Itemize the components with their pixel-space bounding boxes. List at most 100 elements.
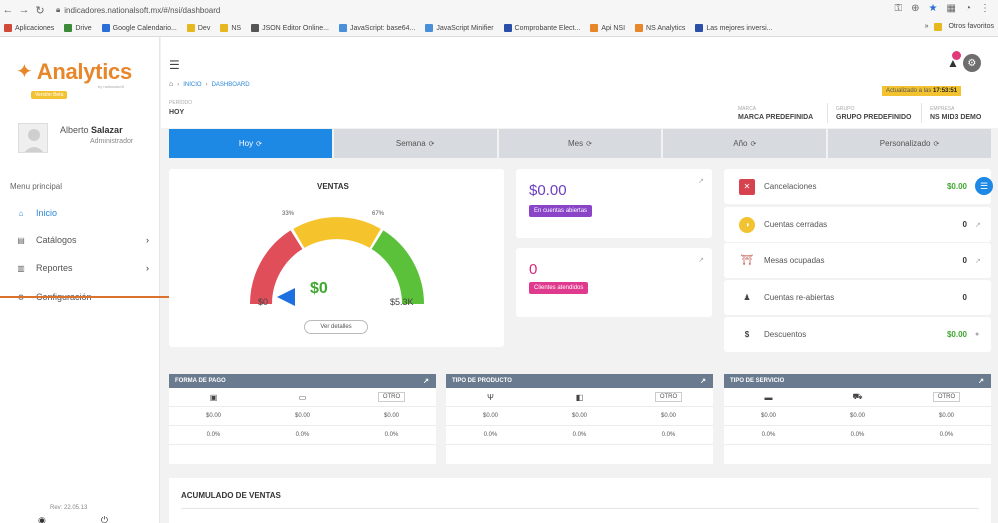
sidebar-item-reportes[interactable]: ▥ Reportes ›	[16, 263, 151, 273]
customers-card: ↗ 0 Clientes atendidos	[516, 248, 712, 317]
open-accounts-value: $0.00	[529, 182, 567, 199]
grupo-selector[interactable]: GRUPO GRUPO PREDEFINIDO	[836, 106, 911, 121]
table-row: ▬ ⛟ OTRO	[724, 388, 991, 407]
forward-icon[interactable]: →	[16, 4, 32, 16]
table-cell: $0.00	[660, 413, 676, 419]
table-cell: $0.00	[849, 413, 865, 419]
bookmark[interactable]: Drive	[64, 24, 92, 32]
summary-label: Cuentas cerradas	[764, 220, 828, 229]
bookmark[interactable]: Las mejores inversi...	[695, 24, 772, 32]
food-icon: Ψ	[487, 392, 494, 402]
bookmark-label: Api NSI	[601, 24, 626, 32]
menu-dots-icon[interactable]: ⋮	[980, 3, 990, 14]
table-title: TIPO DE SERVICIO	[730, 378, 785, 384]
grid-icon: ▤	[17, 235, 25, 245]
back-icon[interactable]: ←	[0, 4, 16, 16]
extension-icon[interactable]: ▦	[947, 3, 956, 14]
bookmark[interactable]: NS	[220, 24, 241, 32]
tab-mes[interactable]: Mes ⟳	[498, 129, 662, 158]
details-button[interactable]: Ver detalles	[304, 320, 368, 334]
summary-value: 0	[962, 220, 967, 229]
bookmark[interactable]: Api NSI	[590, 24, 625, 32]
bookmark-icon	[695, 24, 704, 32]
service-type-table: TIPO DE SERVICIO ↗ ▬ ⛟ OTRO $0.00 $0.00 …	[724, 374, 991, 464]
hamburger-icon[interactable]: ☰	[169, 58, 180, 72]
summary-row-descuentos[interactable]: $ Descuentos $0.00 ●	[724, 317, 991, 352]
app-logo[interactable]: ✦ Analytics	[16, 59, 132, 85]
gauge-max: $5.3K	[390, 297, 414, 307]
product-type-table: TIPO DE PRODUCTO ↗ Ψ ◧ OTRO $0.00 $0.00 …	[446, 374, 713, 464]
lock-icon: 🔒︎	[56, 5, 61, 14]
tab-personalizado[interactable]: Personalizado ⟳	[828, 129, 991, 158]
external-link-icon[interactable]: ↗	[698, 256, 704, 264]
chat-icon[interactable]: ☰	[975, 177, 993, 195]
sidebar-item-catalogos[interactable]: ▤ Catálogos ›	[16, 235, 151, 245]
bookmark-label: Las mejores inversi...	[706, 24, 773, 32]
summary-row-cuentas-reabiertas[interactable]: ♟ Cuentas re-abiertas 0	[724, 280, 991, 315]
sales-gauge	[250, 217, 424, 306]
summary-row-mesas-ocupadas[interactable]: ⛩ Mesas ocupadas 0 ↗	[724, 243, 991, 278]
table-cell: $0.00	[482, 413, 498, 419]
bookmark[interactable]: JavaScript Minifier	[425, 24, 494, 32]
info-icon[interactable]: ●	[975, 331, 983, 338]
star-icon[interactable]: ★	[929, 3, 938, 14]
gauge-pct-right: 67%	[372, 211, 385, 217]
bookmark[interactable]: NS Analytics	[635, 24, 685, 32]
user-last-name: Salazar	[91, 125, 123, 135]
tab-semana[interactable]: Semana ⟳	[333, 129, 497, 158]
breadcrumb-home[interactable]: INICIO	[183, 82, 201, 88]
bookmark-icon	[503, 24, 512, 32]
external-link-icon[interactable]: ↗	[975, 257, 983, 265]
version-badge: Versión Beta	[31, 91, 68, 99]
report-icon: ▥	[17, 263, 25, 273]
address-bar[interactable]: 🔒︎ indicadores.nationalsoft.mx/#/nsi/das…	[56, 5, 220, 15]
refresh-icon: ⟳	[586, 140, 592, 148]
table-header: TIPO DE PRODUCTO ↗	[446, 374, 713, 388]
table-cell: $0.00	[938, 413, 954, 419]
bookmark-icon	[4, 24, 12, 32]
bell-icon[interactable]: ▲	[947, 51, 961, 70]
bookmark[interactable]: Comprobante Elect...	[503, 24, 580, 32]
bookmark[interactable]: Google Calendario...	[101, 24, 177, 32]
tab-ano[interactable]: Año ⟳	[663, 129, 827, 158]
external-link-icon[interactable]: ↗	[423, 377, 429, 385]
bookmark-icon	[101, 24, 110, 32]
refresh-icon: ⟳	[750, 140, 757, 148]
summary-row-cancelaciones[interactable]: ✕ Cancelaciones $0.00	[724, 169, 991, 204]
bookmark[interactable]: Aplicaciones	[4, 24, 54, 32]
external-link-icon[interactable]: ↗	[978, 377, 984, 385]
marca-value: MARCA PREDEFINIDA	[738, 114, 814, 121]
sidebar-item-label: Reportes	[36, 263, 73, 273]
globe-icon[interactable]: ◉	[38, 515, 46, 523]
settings-icon[interactable]: ⚙	[962, 54, 981, 72]
external-link-icon[interactable]: ↗	[975, 221, 983, 229]
gauge-pct-left: 33%	[282, 211, 295, 217]
sidebar-item-inicio[interactable]: ⌂ Inicio	[16, 208, 151, 218]
folder-icon	[186, 24, 195, 32]
bookmark[interactable]: JavaScript: base64...	[338, 24, 415, 32]
table-cell: 0.0%	[761, 432, 776, 438]
home-icon[interactable]: ⌂	[169, 81, 173, 88]
external-link-icon[interactable]: ↗	[698, 177, 704, 185]
summary-value: $0.00	[946, 182, 967, 191]
marca-selector[interactable]: MARCA MARCA PREDEFINIDA	[738, 106, 813, 121]
empresa-value: NS MID3 DEMO	[930, 114, 982, 121]
card-icon: ▭	[298, 392, 307, 402]
divider	[921, 103, 922, 123]
reload-icon[interactable]: ↻	[32, 4, 48, 17]
otro-label: OTRO	[932, 392, 961, 402]
tab-hoy[interactable]: Hoy ⟳	[169, 129, 332, 158]
external-link-icon[interactable]: ↗	[700, 377, 706, 385]
profile-icon[interactable]: ◔	[965, 3, 971, 14]
other-bookmarks[interactable]: » Otros favoritos	[924, 23, 994, 31]
avatar[interactable]	[18, 123, 48, 153]
summary-row-cuentas-cerradas[interactable]: ◑ Cuentas cerradas 0 ↗	[724, 207, 991, 242]
power-icon[interactable]: ⏻	[101, 515, 108, 523]
bookmark[interactable]: JSON Editor Online...	[251, 24, 329, 32]
empresa-selector[interactable]: EMPRESA NS MID3 DEMO	[930, 106, 981, 121]
key-icon[interactable]: ⚿	[895, 3, 903, 14]
tab-label: Año	[733, 139, 748, 148]
customers-value: 0	[529, 261, 538, 278]
zoom-icon[interactable]: ⊕	[911, 3, 919, 14]
bookmark[interactable]: Dev	[186, 24, 210, 32]
